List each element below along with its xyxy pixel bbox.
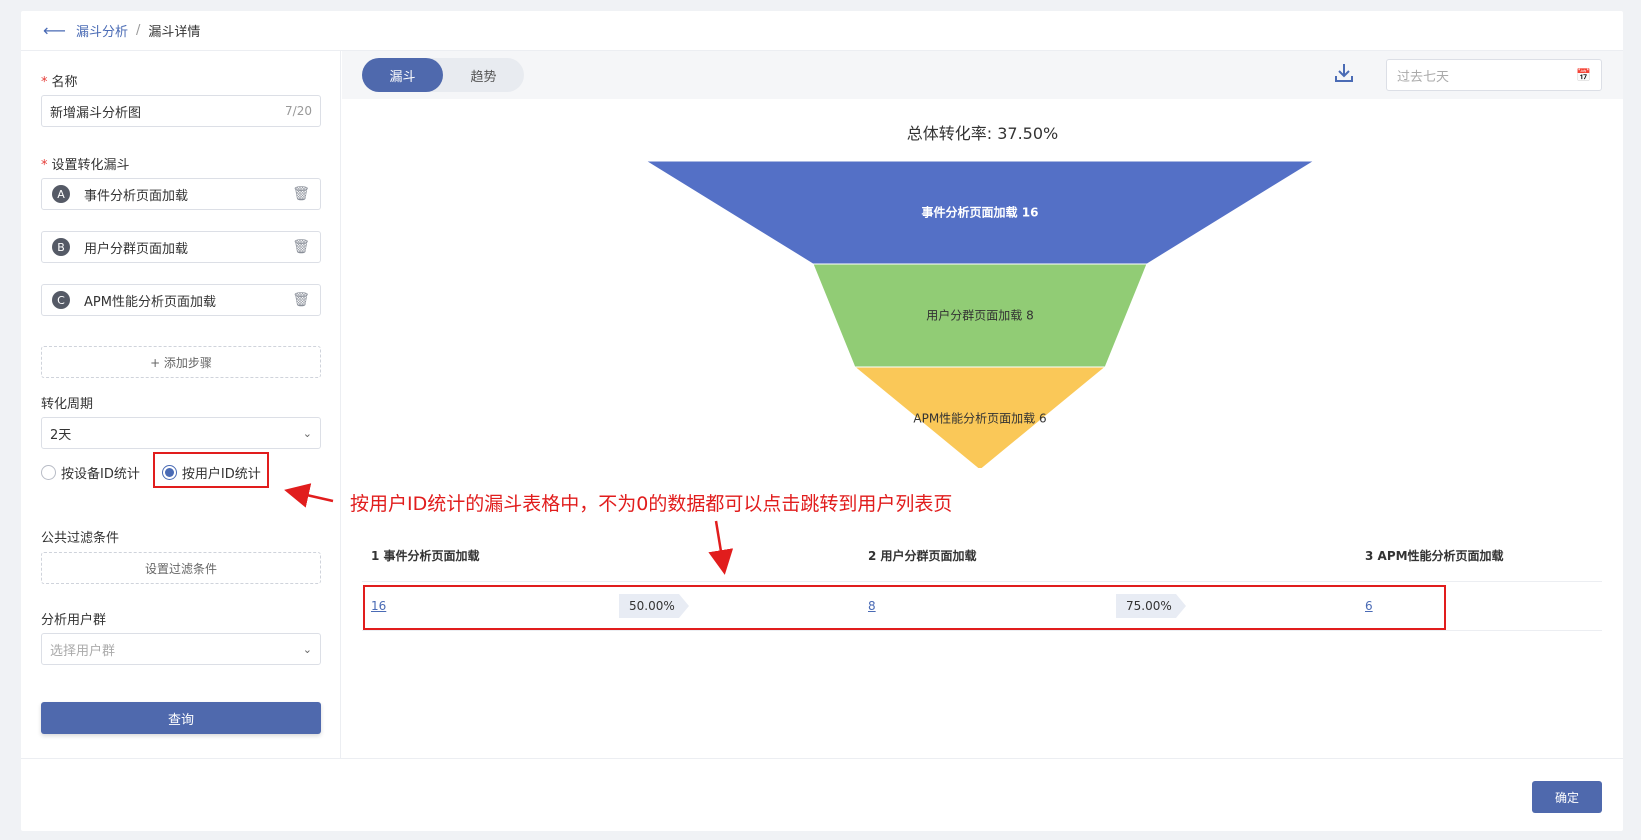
step-label-b: 用户分群页面加载 [84, 241, 189, 257]
name-input-value: 新增漏斗分析图 [50, 105, 142, 121]
chart-toolbar: 漏斗 趋势 过去七天 📅 [342, 51, 1623, 99]
step-badge-c: C [52, 291, 70, 309]
date-placeholder: 过去七天 [1397, 69, 1450, 85]
user-group-placeholder: 选择用户群 [50, 643, 116, 659]
radio-highlight-box [153, 452, 269, 488]
name-char-count: 7/20 [285, 104, 312, 118]
tab-trend[interactable]: 趋势 [443, 58, 524, 92]
filter-label: 公共过滤条件 [41, 531, 120, 546]
table-header-2: 2 用户分群页面加载 [868, 549, 977, 563]
trash-icon[interactable]: 🗑 [292, 186, 310, 202]
table-header-3: 3 APM性能分析页面加载 [1365, 549, 1504, 563]
date-range-picker[interactable]: 过去七天 📅 [1386, 59, 1602, 91]
funnel-label: * 设置转化漏斗 [41, 158, 130, 173]
step-badge-a: A [52, 185, 70, 203]
breadcrumb-parent-link[interactable]: 漏斗分析 [76, 21, 128, 40]
view-toggle: 漏斗 趋势 [362, 58, 524, 92]
radio-device-label: 按设备ID统计 [61, 467, 140, 482]
period-select-value: 2天 [50, 427, 72, 443]
funnel-stage-label-1: 事件分析页面加载 16 [922, 205, 1039, 220]
table-divider [362, 581, 1602, 582]
row-highlight-box [363, 585, 1446, 630]
footer-divider [21, 758, 1623, 759]
tab-funnel[interactable]: 漏斗 [362, 58, 443, 92]
period-label: 转化周期 [41, 397, 94, 412]
funnel-chart: 事件分析页面加载 16 用户分群页面加载 8 APM性能分析页面加载 6 [644, 160, 1316, 468]
breadcrumb-separator: / [135, 23, 141, 38]
name-label: * 名称 [41, 75, 78, 90]
chart-title: 总体转化率: 37.50% [906, 124, 1059, 143]
table-header-1: 1 事件分析页面加载 [371, 549, 480, 563]
period-select[interactable]: 2天 ⌄ [41, 417, 321, 449]
funnel-step-b[interactable]: B 用户分群页面加载 🗑 [41, 231, 321, 263]
user-group-label: 分析用户群 [41, 613, 107, 628]
confirm-button[interactable]: 确定 [1532, 781, 1602, 813]
radio-device-id[interactable]: 按设备ID统计 [41, 463, 140, 482]
radio-device-dot [41, 465, 56, 480]
user-group-select[interactable]: 选择用户群 ⌄ [41, 633, 321, 665]
arrow-left-icon[interactable]: ⟵ [43, 22, 66, 39]
name-label-text: 名称 [51, 75, 78, 90]
chevron-down-icon: ⌄ [302, 426, 312, 440]
breadcrumb: ⟵ 漏斗分析 / 漏斗详情 [21, 11, 1623, 51]
set-filter-button[interactable]: 设置过滤条件 [41, 552, 321, 584]
funnel-stage-label-2: 用户分群页面加载 8 [926, 308, 1033, 323]
funnel-step-c[interactable]: C APM性能分析页面加载 🗑 [41, 284, 321, 316]
step-label-a: 事件分析页面加载 [84, 188, 189, 204]
funnel-step-a[interactable]: A 事件分析页面加载 🗑 [41, 178, 321, 210]
add-step-button[interactable]: + 添加步骤 [41, 346, 321, 378]
funnel-label-text: 设置转化漏斗 [51, 158, 130, 173]
download-icon[interactable] [1332, 61, 1356, 85]
step-badge-b: B [52, 238, 70, 256]
chevron-down-icon: ⌄ [302, 642, 312, 656]
breadcrumb-current: 漏斗详情 [148, 25, 201, 40]
step-label-c: APM性能分析页面加载 [84, 294, 216, 310]
config-sidebar: * 名称 新增漏斗分析图 7/20 * 设置转化漏斗 A 事件分析页面加载 🗑 B … [21, 51, 341, 758]
annotation-text: 按用户ID统计的漏斗表格中，不为0的数据都可以点击跳转到用户列表页 [350, 493, 953, 515]
calendar-icon: 📅 [1576, 68, 1591, 82]
trash-icon[interactable]: 🗑 [292, 239, 310, 255]
query-button[interactable]: 查询 [41, 702, 321, 734]
funnel-stage-label-3: APM性能分析页面加载 6 [913, 412, 1046, 426]
trash-icon[interactable]: 🗑 [292, 292, 310, 308]
name-input[interactable]: 新增漏斗分析图 7/20 [41, 95, 321, 127]
table-bottom-border [362, 630, 1602, 631]
